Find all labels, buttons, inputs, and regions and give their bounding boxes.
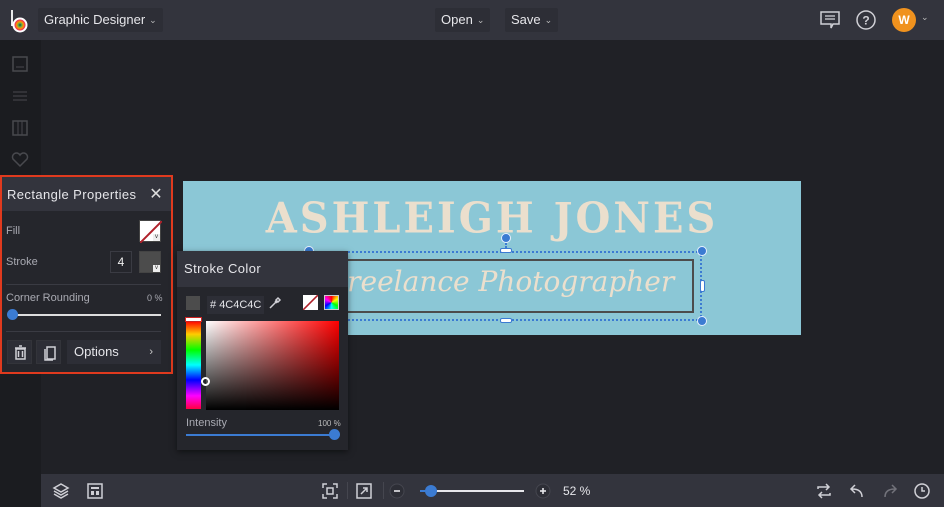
rotate-handle[interactable]: [501, 233, 511, 243]
zoom-out-icon[interactable]: [388, 482, 406, 500]
resize-handle-top[interactable]: [500, 248, 512, 253]
zoom-slider-knob[interactable]: [425, 485, 438, 497]
hex-value: 4C4C4C: [219, 299, 262, 311]
stroke-color-panel: Stroke Color # 4C4C4C Intensity 100 %: [177, 251, 348, 450]
zoom-level: 52 %: [563, 484, 591, 498]
intensity-knob[interactable]: [329, 429, 340, 440]
help-icon[interactable]: ?: [855, 9, 877, 31]
fit-to-screen-icon[interactable]: [321, 482, 339, 500]
chevron-down-icon: ⌄: [544, 15, 553, 25]
stroke-width-input[interactable]: 4: [110, 251, 132, 273]
chevron-down-icon: v: [153, 265, 160, 272]
heart-icon[interactable]: [10, 150, 30, 170]
mode-dropdown[interactable]: Graphic Designer ⌄: [38, 8, 163, 32]
befunky-logo-icon[interactable]: [9, 8, 31, 34]
user-avatar[interactable]: W: [892, 8, 916, 32]
stroke-color-swatch[interactable]: v: [139, 251, 161, 273]
corner-rounding-value: 0 %: [147, 293, 163, 303]
resize-handle-bottom[interactable]: [500, 318, 512, 323]
chevron-down-icon: ⌄: [476, 15, 485, 25]
save-label: Save: [511, 12, 541, 27]
corner-rounding-label: Corner Rounding: [6, 292, 90, 304]
layers-icon[interactable]: [52, 482, 70, 500]
open-dropdown[interactable]: Open ⌄: [435, 8, 491, 32]
fill-label: Fill: [6, 225, 21, 237]
saturation-value-picker[interactable]: [206, 321, 339, 410]
top-bar: Graphic Designer ⌄ Open ⌄ Save ⌄ ? W ⌄: [0, 0, 944, 40]
image-icon[interactable]: [10, 54, 30, 74]
history-icon[interactable]: [913, 482, 931, 500]
panel-title: Rectangle Properties: [7, 186, 137, 202]
no-color-button[interactable]: [302, 294, 319, 311]
redo-icon[interactable]: [881, 482, 899, 500]
comment-icon[interactable]: [819, 9, 841, 31]
hex-prefix: #: [210, 299, 217, 311]
chevron-down-icon: ⌄: [149, 15, 157, 25]
fill-swatch[interactable]: v: [139, 220, 163, 244]
close-icon[interactable]: ✕: [149, 184, 163, 204]
panel-header: Rectangle Properties ✕: [2, 177, 171, 211]
open-label: Open: [441, 12, 473, 27]
actual-size-icon[interactable]: [355, 482, 373, 500]
layout-icon[interactable]: [10, 118, 30, 138]
chevron-down-icon: v: [153, 234, 160, 241]
hex-input[interactable]: # 4C4C4C: [207, 296, 265, 314]
title-text[interactable]: ASHLEIGH JONES: [183, 194, 801, 243]
duplicate-button[interactable]: [36, 340, 61, 364]
selection-box: [309, 251, 702, 321]
current-color-swatch: [186, 296, 200, 310]
zoom-in-icon[interactable]: [534, 482, 552, 500]
bottom-bar: 52 %: [41, 474, 944, 507]
color-picker-handle[interactable]: [201, 377, 210, 386]
color-spectrum-button[interactable]: [324, 295, 339, 310]
chevron-down-icon[interactable]: ⌄: [921, 12, 929, 23]
eyedropper-icon[interactable]: [268, 296, 282, 310]
corner-rounding-slider[interactable]: [10, 314, 161, 316]
sliders-icon[interactable]: [10, 86, 30, 106]
divider: [383, 482, 384, 499]
stroke-color-title: Stroke Color: [177, 251, 348, 287]
divider: [6, 284, 161, 285]
options-button[interactable]: Options ›: [67, 340, 161, 364]
hue-slider-handle[interactable]: [185, 317, 202, 322]
intensity-label: Intensity: [186, 417, 227, 429]
stroke-label: Stroke: [6, 256, 38, 268]
swap-icon[interactable]: [815, 482, 833, 500]
hue-slider[interactable]: [186, 321, 201, 409]
intensity-slider[interactable]: [186, 434, 338, 436]
duplicate-icon: [44, 346, 56, 361]
chevron-right-icon: ›: [149, 346, 153, 358]
mode-label: Graphic Designer: [44, 12, 146, 27]
trash-icon: [15, 345, 26, 360]
divider: [6, 331, 161, 332]
resize-handle-top-right[interactable]: [697, 246, 707, 256]
no-color-icon: [302, 294, 319, 311]
save-dropdown[interactable]: Save ⌄: [505, 8, 559, 32]
divider: [347, 482, 348, 499]
resize-handle-right[interactable]: [700, 280, 705, 292]
undo-icon[interactable]: [848, 482, 866, 500]
delete-button[interactable]: [7, 340, 32, 364]
template-icon[interactable]: [86, 482, 104, 500]
options-label: Options: [74, 344, 119, 359]
resize-handle-bottom-right[interactable]: [697, 316, 707, 326]
intensity-value: 100 %: [318, 419, 341, 428]
svg-text:?: ?: [862, 14, 869, 28]
corner-rounding-knob[interactable]: [7, 309, 18, 320]
